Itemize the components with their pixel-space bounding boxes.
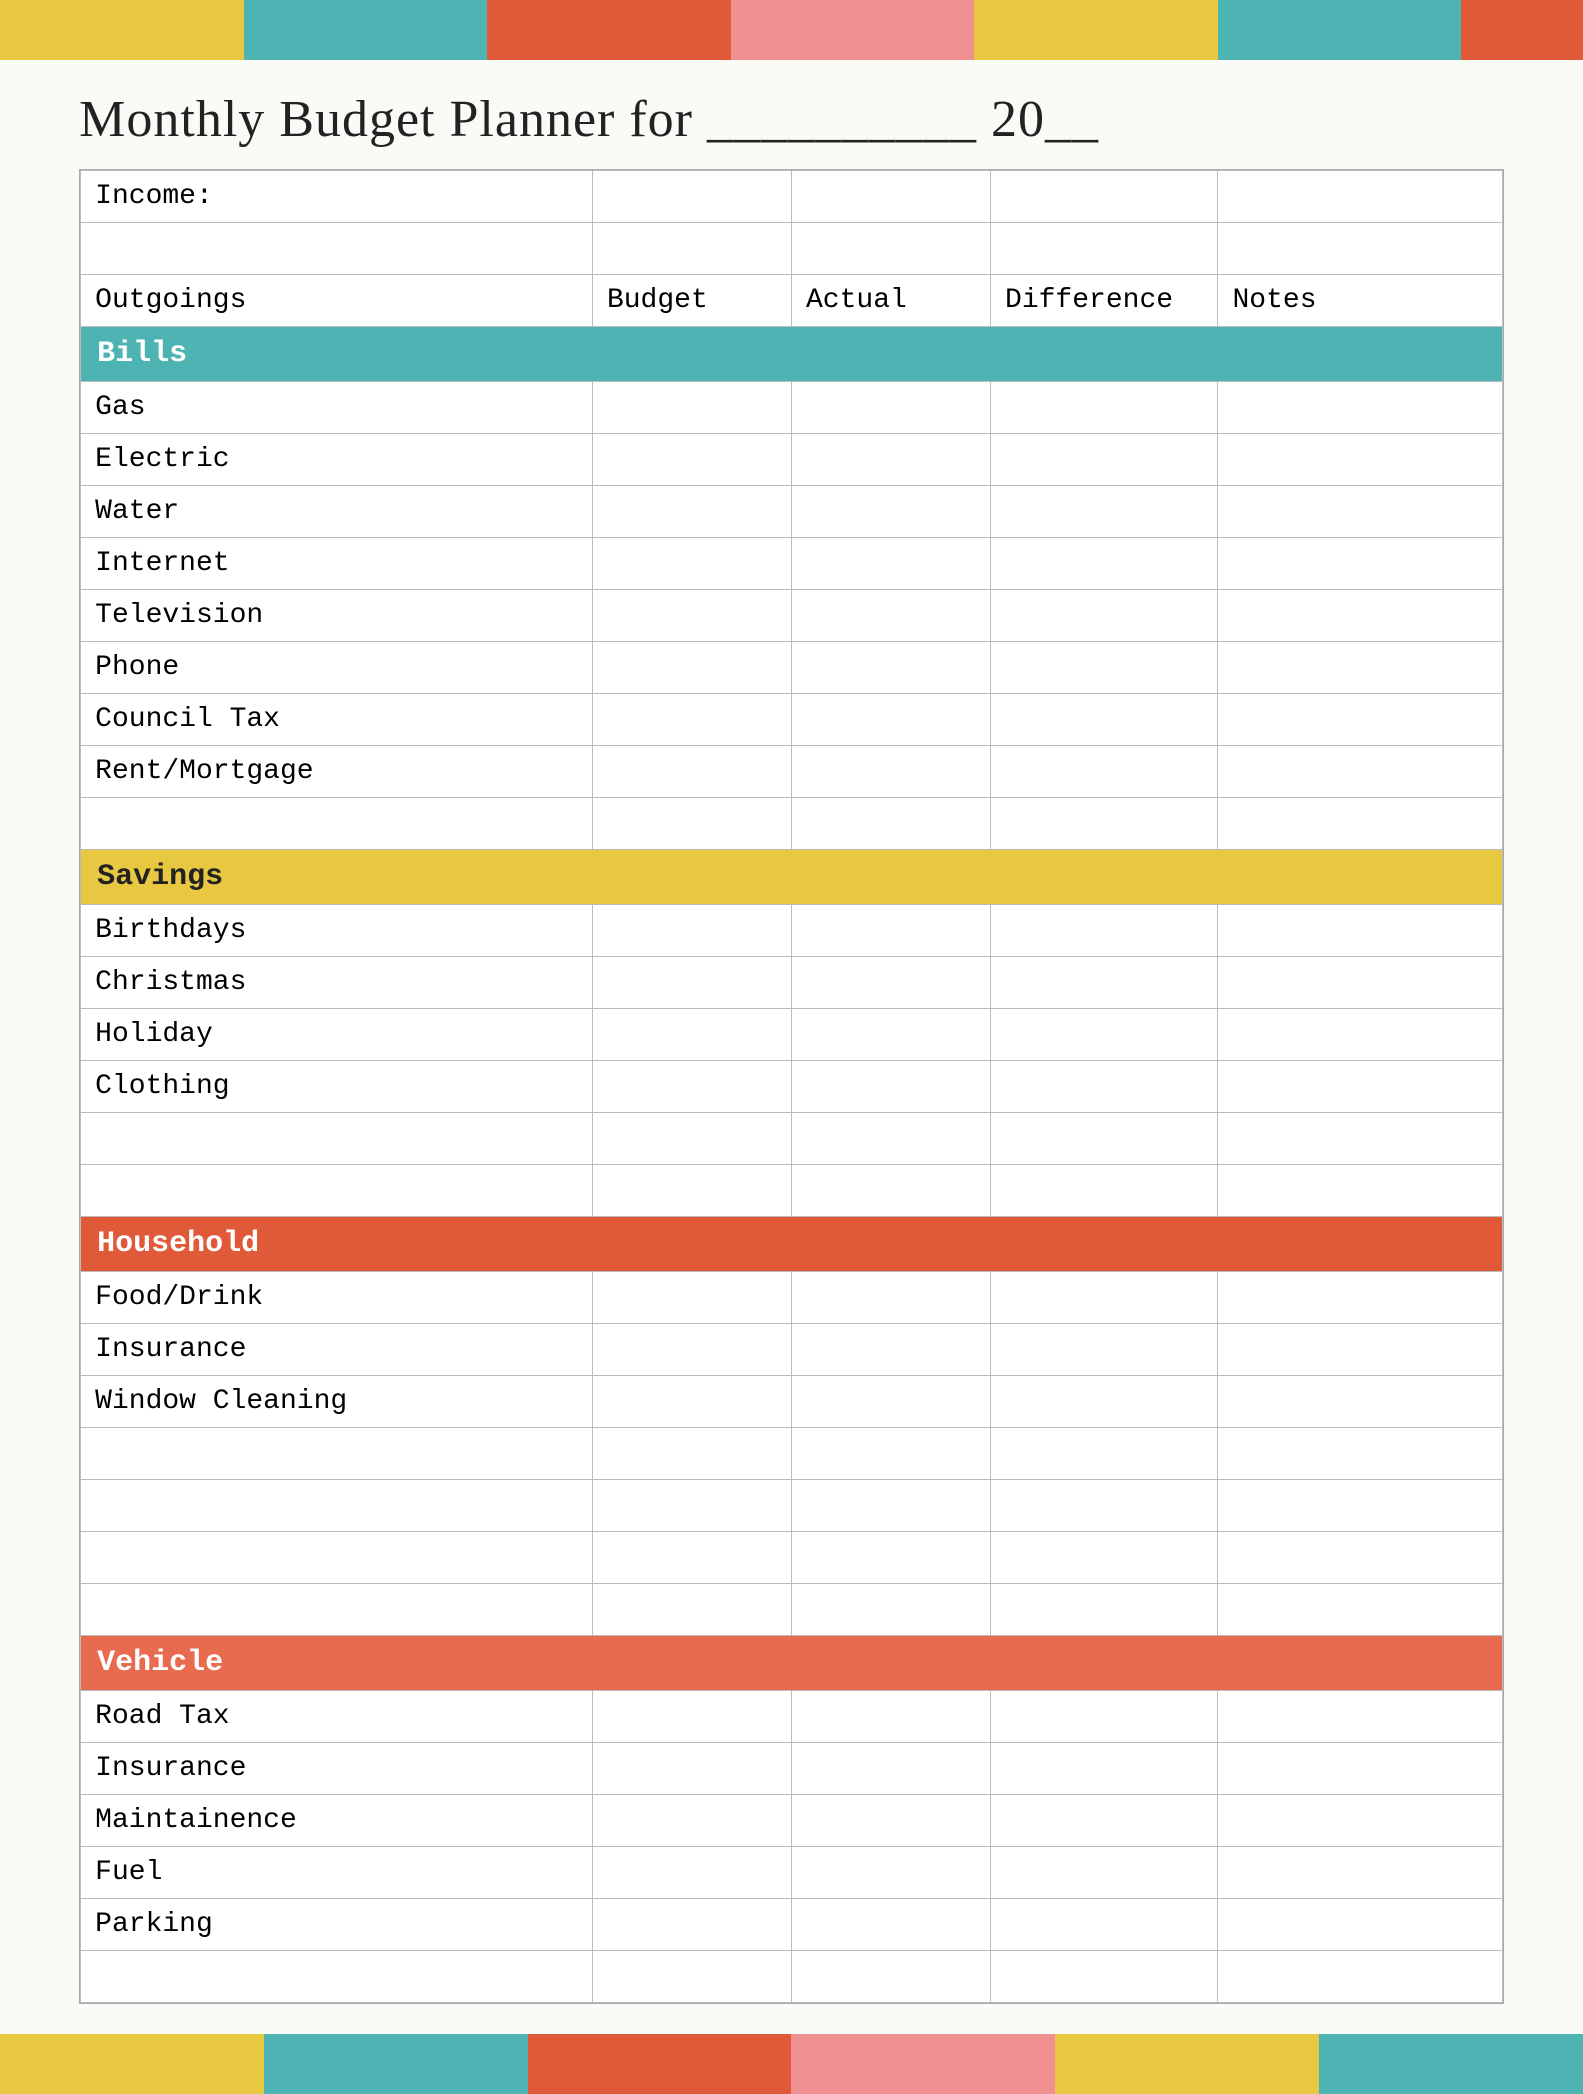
savings-category-row: Savings <box>81 850 1503 905</box>
color-bar-segment <box>1218 0 1462 60</box>
food-drink-label: Food/Drink <box>81 1272 593 1324</box>
color-bar-segment <box>1055 2034 1319 2094</box>
spacer-1 <box>81 223 1503 275</box>
income-notes <box>1218 171 1502 223</box>
col-diff-header: Difference <box>991 275 1218 327</box>
spacer-household-4 <box>81 1584 1503 1636</box>
income-label: Income: <box>81 171 593 223</box>
vehicle-category-row: Vehicle <box>81 1636 1503 1691</box>
income-budget <box>592 171 791 223</box>
electric-label: Electric <box>81 434 593 486</box>
spacer-savings-1 <box>81 1113 1503 1165</box>
maintainence-label: Maintainence <box>81 1795 593 1847</box>
bills-label: Bills <box>81 327 1503 382</box>
table-row: Rent/Mortgage <box>81 746 1503 798</box>
income-diff <box>991 171 1218 223</box>
color-bar-segment <box>791 2034 1055 2094</box>
table-row: Christmas <box>81 957 1503 1009</box>
col-actual-header: Actual <box>791 275 990 327</box>
table-row: Television <box>81 590 1503 642</box>
page: Monthly Budget Planner for __________ 20… <box>0 0 1583 2094</box>
window-cleaning-label: Window Cleaning <box>81 1376 593 1428</box>
spacer-household-1 <box>81 1428 1503 1480</box>
table-row: Food/Drink <box>81 1272 1503 1324</box>
income-actual <box>791 171 990 223</box>
bottom-color-bar <box>0 2034 1583 2094</box>
table-row: Birthdays <box>81 905 1503 957</box>
table-row: Gas <box>81 382 1503 434</box>
spacer-savings-2 <box>81 1165 1503 1217</box>
col-budget-header: Budget <box>592 275 791 327</box>
table-row: Road Tax <box>81 1691 1503 1743</box>
table-row: Maintainence <box>81 1795 1503 1847</box>
color-bar-segment <box>1461 0 1583 60</box>
table-row: Electric <box>81 434 1503 486</box>
table-row: Phone <box>81 642 1503 694</box>
table-row: Holiday <box>81 1009 1503 1061</box>
color-bar-segment <box>731 0 975 60</box>
parking-label: Parking <box>81 1899 593 1951</box>
council-tax-label: Council Tax <box>81 694 593 746</box>
color-bar-segment <box>1319 2034 1583 2094</box>
insurance-vehicle-label: Insurance <box>81 1743 593 1795</box>
vehicle-label: Vehicle <box>81 1636 1503 1691</box>
color-bar-segment <box>528 2034 792 2094</box>
television-label: Television <box>81 590 593 642</box>
gas-label: Gas <box>81 382 593 434</box>
road-tax-label: Road Tax <box>81 1691 593 1743</box>
birthdays-label: Birthdays <box>81 905 593 957</box>
color-bar-segment <box>487 0 731 60</box>
table-row: Insurance <box>81 1743 1503 1795</box>
spacer-household-3 <box>81 1532 1503 1584</box>
spacer-bills <box>81 798 1503 850</box>
internet-label: Internet <box>81 538 593 590</box>
table-row: Internet <box>81 538 1503 590</box>
table-row: Council Tax <box>81 694 1503 746</box>
table-row: Water <box>81 486 1503 538</box>
phone-label: Phone <box>81 642 593 694</box>
spacer-household-2 <box>81 1480 1503 1532</box>
table-row: Fuel <box>81 1847 1503 1899</box>
table-row: Insurance <box>81 1324 1503 1376</box>
clothing-label: Clothing <box>81 1061 593 1113</box>
fuel-label: Fuel <box>81 1847 593 1899</box>
budget-table-container: Income: Outgoings Budget Actual Differen… <box>79 169 1504 2004</box>
color-bar-segment <box>264 2034 528 2094</box>
table-row: Window Cleaning <box>81 1376 1503 1428</box>
christmas-label: Christmas <box>81 957 593 1009</box>
col-outgoings-header: Outgoings <box>81 275 593 327</box>
holiday-label: Holiday <box>81 1009 593 1061</box>
top-color-bar <box>0 0 1583 60</box>
bills-category-row: Bills <box>81 327 1503 382</box>
rent-mortgage-label: Rent/Mortgage <box>81 746 593 798</box>
color-bar-segment <box>974 0 1218 60</box>
col-notes-header: Notes <box>1218 275 1502 327</box>
water-label: Water <box>81 486 593 538</box>
household-label: Household <box>81 1217 1503 1272</box>
household-category-row: Household <box>81 1217 1503 1272</box>
table-row: Clothing <box>81 1061 1503 1113</box>
table-row: Parking <box>81 1899 1503 1951</box>
color-bar-segment <box>0 0 244 60</box>
budget-table: Income: Outgoings Budget Actual Differen… <box>80 170 1503 2003</box>
page-title: Monthly Budget Planner for __________ 20… <box>79 60 1504 169</box>
color-bar-segment <box>244 0 488 60</box>
spacer-vehicle-1 <box>81 1951 1503 2003</box>
column-headers: Outgoings Budget Actual Difference Notes <box>81 275 1503 327</box>
color-bar-segment <box>0 2034 264 2094</box>
insurance-household-label: Insurance <box>81 1324 593 1376</box>
savings-label: Savings <box>81 850 1503 905</box>
income-row: Income: <box>81 171 1503 223</box>
